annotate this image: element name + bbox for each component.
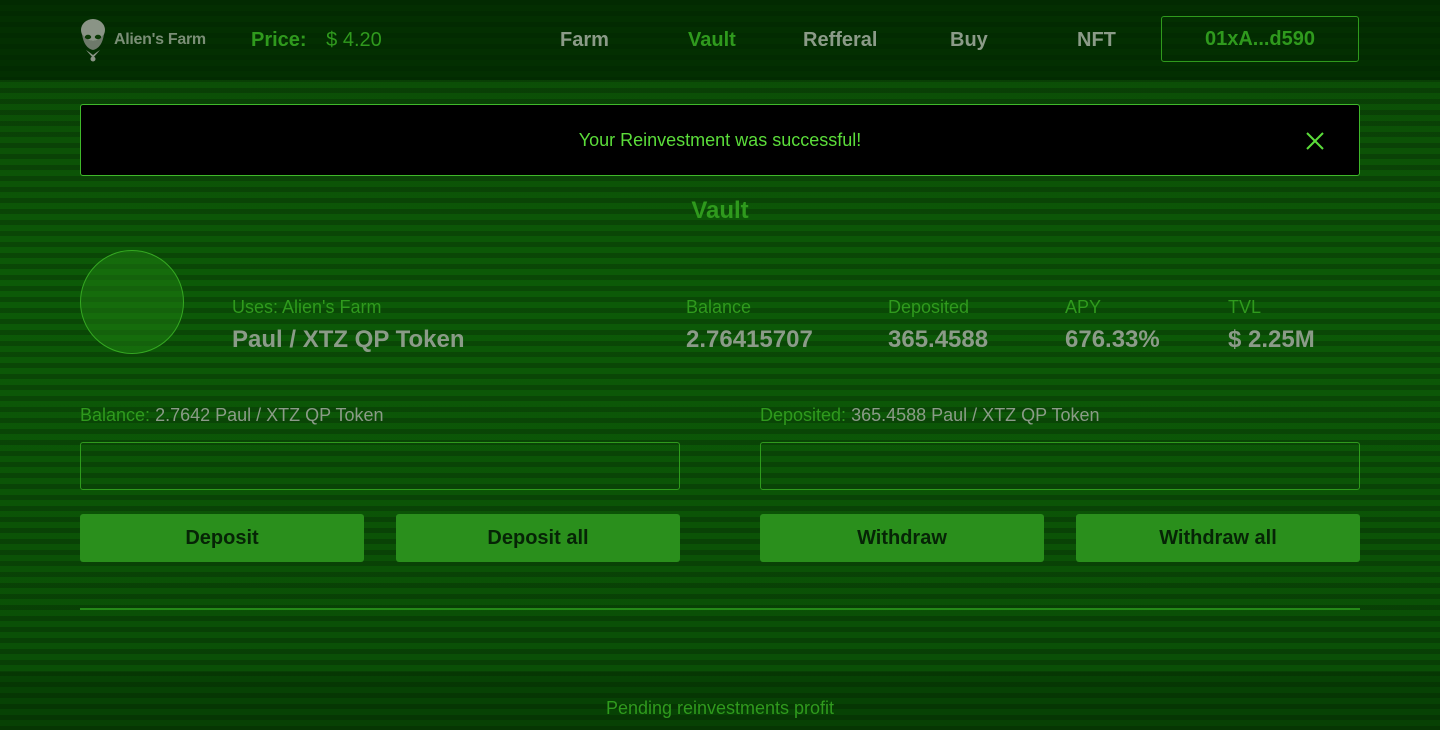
nav-nft[interactable]: NFT [1077,29,1116,52]
deposit-all-button[interactable]: Deposit all [396,514,680,562]
stat-deposited-value: 365.4588 [888,326,989,353]
close-icon[interactable] [1303,129,1327,153]
wallet-address-button[interactable]: 01xA...d590 [1161,16,1359,62]
section-divider [80,608,1360,610]
stat-apy-value: 676.33% [1065,326,1160,353]
stat-tvl-label: TVL [1228,297,1262,317]
success-toast: Your Reinvestment was successful! [80,104,1360,176]
token-icon [80,250,184,354]
deposit-amount-input[interactable] [80,442,680,490]
withdraw-deposited-value: 365.4588 Paul / XTZ QP Token [851,405,1100,425]
stat-deposited-label: Deposited [888,297,970,317]
deposit-balance-line: Balance: 2.7642 Paul / XTZ QP Token [80,405,384,426]
stat-tvl-value: $ 2.25M [1228,326,1315,353]
deposit-balance-label: Balance: [80,405,151,425]
price-label: Price: [251,29,307,51]
pool-name: Paul / XTZ QP Token [232,326,465,353]
deposit-button[interactable]: Deposit [80,514,364,562]
withdraw-deposited-label: Deposited: [760,405,847,425]
withdraw-deposited-line: Deposited: 365.4588 Paul / XTZ QP Token [760,405,1100,426]
pool-uses-label: Uses: Alien's Farm [232,297,382,317]
nav-buy[interactable]: Buy [950,29,988,52]
stat-apy-label: APY [1065,297,1102,317]
page-title: Vault [691,197,749,224]
toast-message: Your Reinvestment was successful! [578,129,862,150]
nav-farm[interactable]: Farm [560,29,609,52]
top-navigation-bar: Alien's Farm Price: $ 4.20 Farm Vault Re… [0,0,1440,80]
logo[interactable]: Alien's Farm [80,18,206,62]
logo-text: Alien's Farm [114,31,206,48]
withdraw-all-button[interactable]: Withdraw all [1076,514,1360,562]
token-price: Price: $ 4.20 [251,29,382,52]
withdraw-button[interactable]: Withdraw [760,514,1044,562]
pending-reinvestments-label: Pending reinvestments profit [605,698,835,718]
withdraw-amount-input[interactable] [760,442,1360,490]
price-value: $ 4.20 [326,29,382,51]
alien-skull-icon [81,19,105,62]
stat-balance-value: 2.76415707 [686,326,813,353]
nav-refferal[interactable]: Refferal [803,29,877,52]
stat-balance-label: Balance [686,297,752,317]
nav-vault[interactable]: Vault [688,29,736,52]
deposit-balance-value: 2.7642 Paul / XTZ QP Token [155,405,384,425]
